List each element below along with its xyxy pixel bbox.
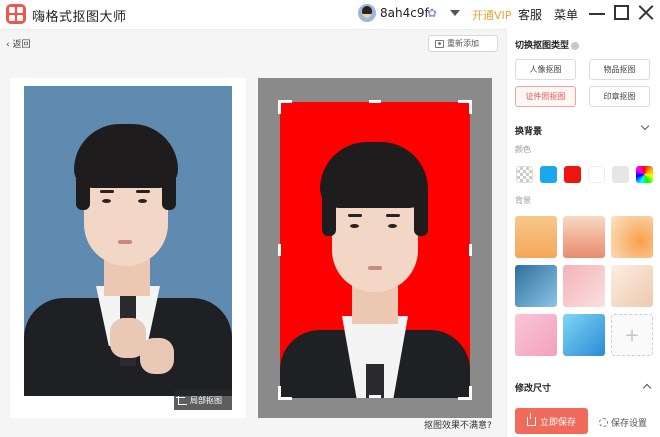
help-icon[interactable] [571,41,580,50]
re-add-button[interactable]: 重新添加 [428,35,498,52]
bg-tile-sunset[interactable] [611,216,653,258]
menu-button[interactable]: 菜单 [554,6,578,23]
bg-tile-ocean[interactable] [515,265,557,307]
save-now-button[interactable]: 立即保存 [515,408,588,434]
crop-icon [176,395,187,405]
download-icon [526,412,536,426]
bg-tile-cream[interactable] [611,265,653,307]
gear-icon [599,418,608,427]
title-bar: 嗨格式抠图大师 8ah4c9f ✿ 开通VIP 客服 菜单 [0,0,660,29]
original-photo-card: 局部抠图 [10,78,246,418]
back-button[interactable]: ‹ 返回 [6,37,30,50]
app-title: 嗨格式抠图大师 [32,10,127,25]
settings-panel: 切换抠图类型 人像抠图 物品抠图 证件照抠图 印章抠图 换背景 颜色 背景 + … [506,29,660,437]
mode-object-button[interactable]: 物品抠图 [589,59,650,80]
resize-section-title: 修改尺寸 [515,384,552,394]
close-icon[interactable] [638,4,655,21]
back-label: 返回 [12,40,31,50]
color-swatch-red[interactable] [564,166,581,183]
result-photo-card [258,78,492,418]
mode-id-photo-button[interactable]: 证件照抠图 [515,86,576,107]
app-logo-icon [6,4,26,24]
user-avatar[interactable] [358,4,376,22]
bg-tile-pink[interactable] [563,265,605,307]
crop-handle-bottom-right[interactable] [458,386,472,400]
color-swatch-transparent[interactable] [516,166,533,183]
original-photo [24,86,232,396]
add-background-icon[interactable]: + [611,314,653,356]
crop-handle-top[interactable] [369,100,381,103]
unsatisfied-link[interactable]: 抠图效果不满意? [424,418,492,431]
color-swatch-blue[interactable] [540,166,557,183]
crop-handle-left[interactable] [278,244,281,256]
username[interactable]: 8ah4c9f [380,6,429,20]
open-vip-link[interactable]: 开通VIP [472,7,511,23]
minimize-icon[interactable] [589,13,605,15]
bg-tile-sky[interactable] [563,314,605,356]
color-swatch-gray[interactable] [612,166,629,183]
bg-tile-orange[interactable] [515,216,557,258]
mode-section-header: 切换抠图类型 [515,38,580,51]
color-picker-icon[interactable] [636,166,653,183]
bg-section-title: 换背景 [515,127,543,137]
mode-portrait-button[interactable]: 人像抠图 [515,59,576,80]
crop-handle-right[interactable] [469,244,472,256]
user-level-icon: ✿ [427,6,438,20]
expand-resize-icon[interactable] [642,383,652,393]
re-add-label: 重新添加 [447,39,479,48]
result-photo [280,102,470,398]
account-dropdown-icon[interactable] [450,10,460,16]
customer-service-button[interactable]: 客服 [518,6,542,23]
save-now-label: 立即保存 [539,417,576,428]
image-add-icon [435,39,444,48]
workspace: ‹ 返回 重新添加 局部抠图 抠图效果不满意? [0,29,506,437]
crop-handle-bottom[interactable] [369,395,381,398]
mode-section-title: 切换抠图类型 [515,41,570,51]
save-settings-label: 保存设置 [611,419,648,429]
collapse-bg-icon[interactable] [640,121,650,131]
bg-tile-peach[interactable] [563,216,605,258]
local-crop-button[interactable]: 局部抠图 [174,390,232,410]
app-window: 嗨格式抠图大师 8ah4c9f ✿ 开通VIP 客服 菜单 ‹ 返回 重新添加 [0,0,660,437]
color-label: 颜色 [515,145,531,154]
mode-seal-button[interactable]: 印章抠图 [589,86,650,107]
background-label: 背景 [515,196,531,205]
crop-handle-bottom-left[interactable] [278,386,292,400]
save-settings-button[interactable]: 保存设置 [599,416,647,429]
bg-tile-rose[interactable] [515,314,557,356]
local-crop-label: 局部抠图 [190,395,222,405]
crop-handle-top-left[interactable] [278,100,292,114]
color-swatch-white[interactable] [588,166,605,183]
crop-handle-top-right[interactable] [458,100,472,114]
maximize-icon[interactable] [614,5,629,20]
